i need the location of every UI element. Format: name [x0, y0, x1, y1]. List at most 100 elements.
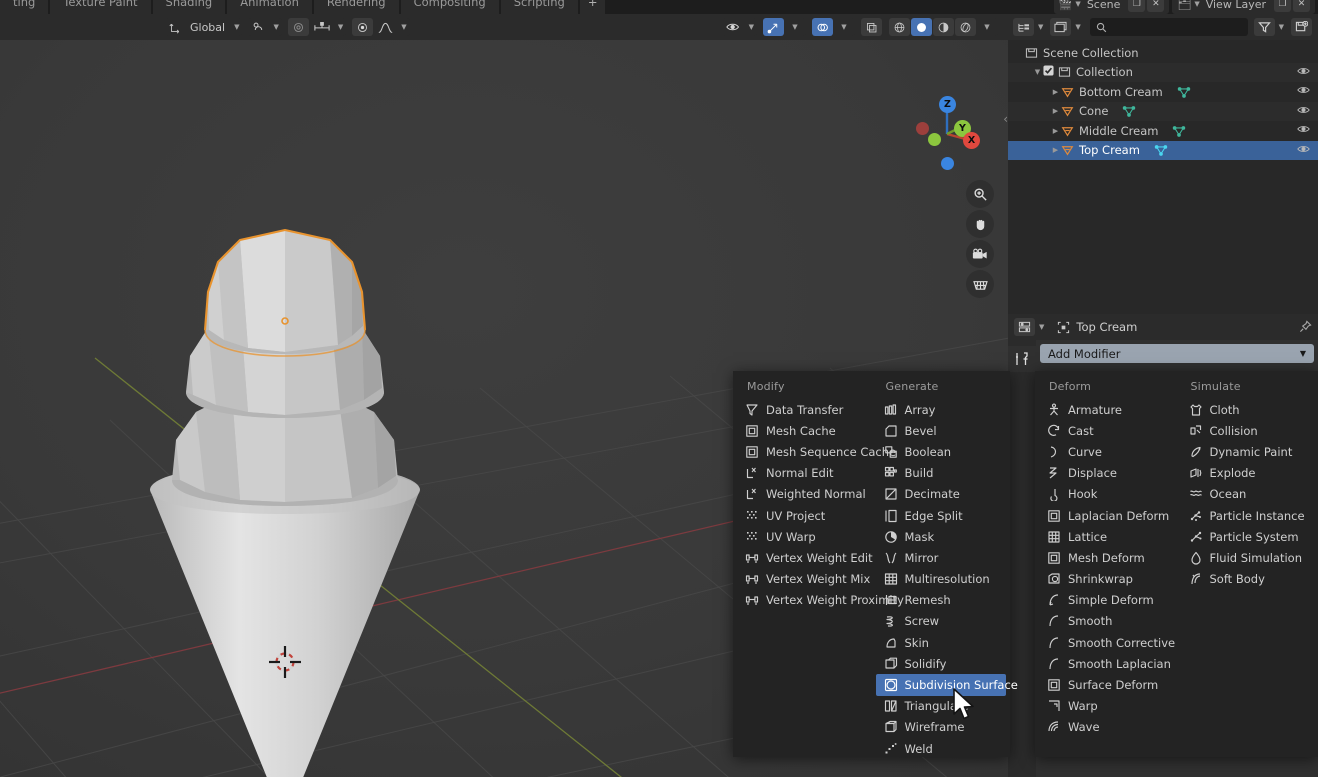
gizmo-ball-z[interactable]: Z — [939, 96, 956, 113]
workspace-tab[interactable]: Shading — [152, 0, 226, 14]
gizmo-ball-neg-x[interactable] — [916, 122, 929, 135]
proportional-falloff-icon[interactable] — [374, 18, 397, 36]
shading-modes-group[interactable]: ▼ — [889, 18, 998, 36]
new-scene-button[interactable]: ❐ — [1128, 0, 1146, 12]
chevron-down-icon[interactable]: ▼ — [231, 23, 242, 31]
filter-id-icon[interactable] — [1050, 18, 1072, 36]
proportional-edit-group[interactable]: ▼ — [287, 18, 347, 36]
outliner-row[interactable]: ▼ Collection — [1008, 62, 1318, 82]
add-workspace-button[interactable]: + — [579, 0, 606, 14]
ice-cream-model[interactable] — [0, 40, 1008, 777]
pin-icon[interactable] — [1299, 318, 1312, 337]
chevron-down-icon[interactable]: ▼ — [335, 23, 346, 31]
gizmo-ball-x[interactable]: X — [963, 132, 980, 149]
outliner-row[interactable]: ▶ Bottom Cream — [1008, 82, 1318, 102]
viewport-3d[interactable]: Global ▼ ▼ ▼ ▼ ▼ ▼ ▼ ▼ Z Y X ‹ — [0, 14, 1008, 777]
snap-increment-icon[interactable] — [310, 18, 334, 36]
chevron-down-icon[interactable]: ▼ — [834, 18, 854, 36]
overlays-group[interactable]: ▼ — [812, 18, 855, 36]
navigation-gizmo[interactable]: Z Y X — [908, 88, 986, 170]
snap-group[interactable]: ▼ — [248, 18, 282, 36]
workspace-tab[interactable]: ting — [0, 0, 49, 14]
gizmo-ball-neg-y[interactable] — [928, 133, 941, 146]
chevron-down-icon[interactable]: ▼ — [1036, 323, 1047, 331]
display-mode-icon[interactable] — [1013, 18, 1034, 36]
outliner-row[interactable]: ▶ Top Cream — [1008, 140, 1318, 160]
object-mesh-icon — [1061, 125, 1074, 137]
chevron-down-icon[interactable]: ▼ — [1276, 23, 1287, 31]
xray-icon[interactable] — [861, 18, 882, 36]
gizmo-ball-neg-z[interactable] — [941, 157, 954, 170]
visibility-eye-icon[interactable] — [1297, 124, 1310, 137]
chevron-down-icon[interactable]: ▼ — [785, 18, 805, 36]
mesh-data-icon[interactable] — [1122, 105, 1136, 118]
gizmo-group[interactable]: ▼ — [763, 18, 806, 36]
outliner-tree[interactable]: Scene Collection ▼ Collection ▶ Bottom Cream… — [1008, 40, 1318, 160]
disclosure-triangle-icon[interactable]: ▶ — [1050, 127, 1061, 135]
proportional-falloff-toggle[interactable] — [352, 18, 374, 36]
scene-selector[interactable]: 🎬 ▼ Scene ❐ ✕ — [1053, 0, 1170, 14]
shading-rendered-icon[interactable] — [955, 18, 976, 36]
snap-magnet-icon[interactable] — [248, 18, 269, 36]
workspace-tab[interactable]: Animation — [227, 0, 312, 14]
outliner-row[interactable]: Scene Collection — [1008, 43, 1318, 63]
chevron-down-icon[interactable]: ▼ — [977, 18, 997, 36]
properties-editor[interactable]: ▼ Top Cream Add Modifier ▼ — [1008, 314, 1318, 777]
disclosure-triangle-icon[interactable]: ▼ — [1032, 68, 1043, 76]
chevron-down-icon[interactable]: ▼ — [398, 23, 409, 31]
shading-wireframe-icon[interactable] — [889, 18, 910, 36]
properties-tab-column[interactable] — [1008, 340, 1036, 777]
workspace-tab[interactable]: Texture Paint — [50, 0, 151, 14]
chevron-down-icon[interactable]: ▼ — [1072, 23, 1083, 31]
collection-checkbox[interactable] — [1043, 65, 1054, 79]
workspace-tab[interactable]: Rendering — [313, 0, 399, 14]
chevron-down-icon[interactable]: ▼ — [1035, 23, 1046, 31]
visibility-eye-icon[interactable] — [1297, 105, 1310, 118]
object-visibility-icon[interactable] — [722, 18, 745, 36]
visibility-eye-icon[interactable] — [1297, 66, 1310, 79]
workspace-tab[interactable]: Compositing — [400, 0, 499, 14]
viewport-nav-tools[interactable] — [966, 180, 996, 300]
viewlayer-selector[interactable]: 🗂 ▼ View Layer ❐ ✕ — [1172, 0, 1315, 14]
viewport-canvas[interactable]: Z Y X ‹ — [0, 40, 1008, 777]
visibility-group[interactable]: ▼ — [721, 18, 757, 36]
disclosure-triangle-icon[interactable]: ▶ — [1050, 107, 1061, 115]
filter-funnel-icon[interactable] — [1253, 18, 1275, 36]
proportional-falloff-group[interactable]: ▼ — [352, 18, 410, 36]
properties-panel[interactable]: Add Modifier ▼ — [1036, 340, 1318, 777]
gizmo-icon[interactable] — [763, 18, 784, 36]
disclosure-triangle-icon[interactable]: ▶ — [1050, 88, 1061, 96]
mesh-data-icon[interactable] — [1172, 125, 1186, 137]
chevron-down-icon[interactable]: ▼ — [746, 23, 757, 31]
shading-material-icon[interactable] — [933, 18, 954, 36]
new-viewlayer-button[interactable]: ❐ — [1274, 0, 1291, 12]
orthographic-grid-icon[interactable] — [966, 270, 994, 298]
camera-icon[interactable] — [966, 240, 994, 268]
transform-orientation-group[interactable]: Global ▼ — [165, 18, 243, 36]
xray-group[interactable] — [861, 18, 883, 36]
modifier-wrench-icon[interactable] — [1008, 346, 1036, 372]
overlays-icon[interactable] — [812, 18, 833, 36]
mesh-data-icon[interactable] — [1154, 144, 1168, 157]
unlink-scene-button[interactable]: ✕ — [1147, 0, 1165, 12]
transform-orientation-value[interactable]: Global — [187, 21, 231, 34]
editor-type-icon[interactable] — [1014, 318, 1035, 336]
mesh-data-icon[interactable] — [1177, 86, 1191, 98]
object-mesh-icon — [1061, 105, 1074, 117]
disclosure-triangle-icon[interactable]: ▶ — [1050, 146, 1061, 154]
workspace-tab[interactable]: Scripting — [500, 0, 578, 14]
chevron-down-icon[interactable]: ▼ — [270, 23, 281, 31]
remove-viewlayer-button[interactable]: ✕ — [1293, 0, 1310, 12]
new-collection-icon[interactable] — [1291, 18, 1312, 36]
visibility-eye-icon[interactable] — [1297, 144, 1310, 157]
pan-hand-icon[interactable] — [966, 210, 994, 238]
outliner-row[interactable]: ▶ Cone — [1008, 101, 1318, 121]
search-input[interactable] — [1089, 18, 1248, 36]
zoom-icon[interactable] — [966, 180, 994, 208]
add-modifier-button[interactable]: Add Modifier ▼ — [1040, 344, 1314, 363]
shading-solid-icon[interactable] — [911, 18, 932, 36]
outliner-row[interactable]: ▶ Middle Cream — [1008, 121, 1318, 141]
outliner-editor[interactable]: ▼ ▼ ▼ Scene Collection ▼ Collection ▶ Bottom… — [1008, 14, 1318, 314]
visibility-eye-icon[interactable] — [1297, 85, 1310, 98]
proportional-edit-icon[interactable] — [287, 18, 309, 36]
